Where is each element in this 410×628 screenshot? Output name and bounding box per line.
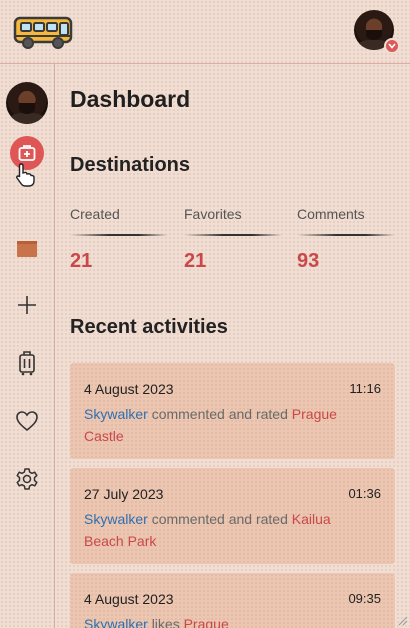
stat-label: Favorites [184, 206, 242, 222]
page-title: Dashboard [70, 86, 191, 112]
activity-action: likes [151, 616, 180, 628]
sidebar-item-map[interactable] [8, 230, 46, 268]
divider [184, 234, 282, 236]
heart-icon [16, 411, 38, 432]
activity-card[interactable]: 27 July 2023 01:36 Skywalker commented a… [70, 468, 395, 564]
destinations-heading: Destinations [70, 154, 191, 176]
stat-label: Created [70, 206, 120, 222]
sidebar-item-create[interactable] [8, 286, 46, 324]
activity-date: 27 July 2023 [84, 486, 164, 502]
user-link[interactable]: Skywalker [84, 406, 148, 422]
main-content: Dashboard Destinations Created 21 Favori… [56, 64, 410, 628]
school-bus-icon[interactable] [12, 12, 76, 52]
destination-link[interactable]: Prague [184, 616, 229, 628]
activity-date: 4 August 2023 [84, 591, 174, 607]
activity-time: 11:16 [349, 381, 381, 396]
stat-value: 21 [70, 250, 93, 272]
hand-cursor-icon [16, 163, 35, 187]
stat-label: Comments [297, 206, 365, 222]
sidebar-item-settings[interactable] [8, 460, 46, 498]
stat-value: 21 [184, 250, 207, 272]
divider [70, 234, 168, 236]
resize-handle-icon[interactable] [396, 614, 408, 626]
user-menu[interactable] [354, 10, 400, 54]
top-bar [0, 0, 410, 64]
activity-date: 4 August 2023 [84, 381, 174, 397]
activity-time: 01:36 [348, 486, 381, 501]
user-link[interactable]: Skywalker [84, 616, 148, 628]
add-destination-icon [18, 145, 36, 161]
destination-link[interactable]: Kailua [292, 511, 331, 527]
sidebar-item-favorites[interactable] [8, 402, 46, 440]
stat-favorites[interactable]: Favorites 21 [184, 206, 284, 273]
sidebar [0, 64, 55, 628]
destination-link[interactable]: Prague [292, 406, 337, 422]
map-icon [17, 241, 37, 257]
recent-activities-heading: Recent activities [70, 316, 228, 338]
destination-link-cont[interactable]: Castle [84, 428, 124, 444]
luggage-icon [19, 351, 35, 376]
sidebar-item-trips[interactable] [8, 344, 46, 382]
activity-card[interactable]: 4 August 2023 11:16 Skywalker commented … [70, 363, 395, 459]
gear-icon [16, 468, 38, 490]
sidebar-avatar[interactable] [6, 82, 48, 124]
user-link[interactable]: Skywalker [84, 511, 148, 527]
divider [297, 234, 395, 236]
stat-value: 93 [297, 250, 320, 272]
stat-comments[interactable]: Comments 93 [297, 206, 397, 273]
activity-text: Skywalker commented and rated Kailua Bea… [84, 508, 374, 552]
activity-text: Skywalker likes Prague [84, 613, 374, 628]
chevron-down-icon[interactable] [384, 38, 400, 54]
destination-link-cont[interactable]: Beach Park [84, 533, 156, 549]
activity-action: commented and rated [151, 511, 288, 527]
activity-card[interactable]: 4 August 2023 09:35 Skywalker likes Prag… [70, 573, 395, 628]
activity-text: Skywalker commented and rated Prague Cas… [84, 403, 374, 447]
activity-time: 09:35 [348, 591, 381, 606]
activity-action: commented and rated [151, 406, 288, 422]
stat-created[interactable]: Created 21 [70, 206, 170, 273]
plus-icon [18, 296, 36, 314]
